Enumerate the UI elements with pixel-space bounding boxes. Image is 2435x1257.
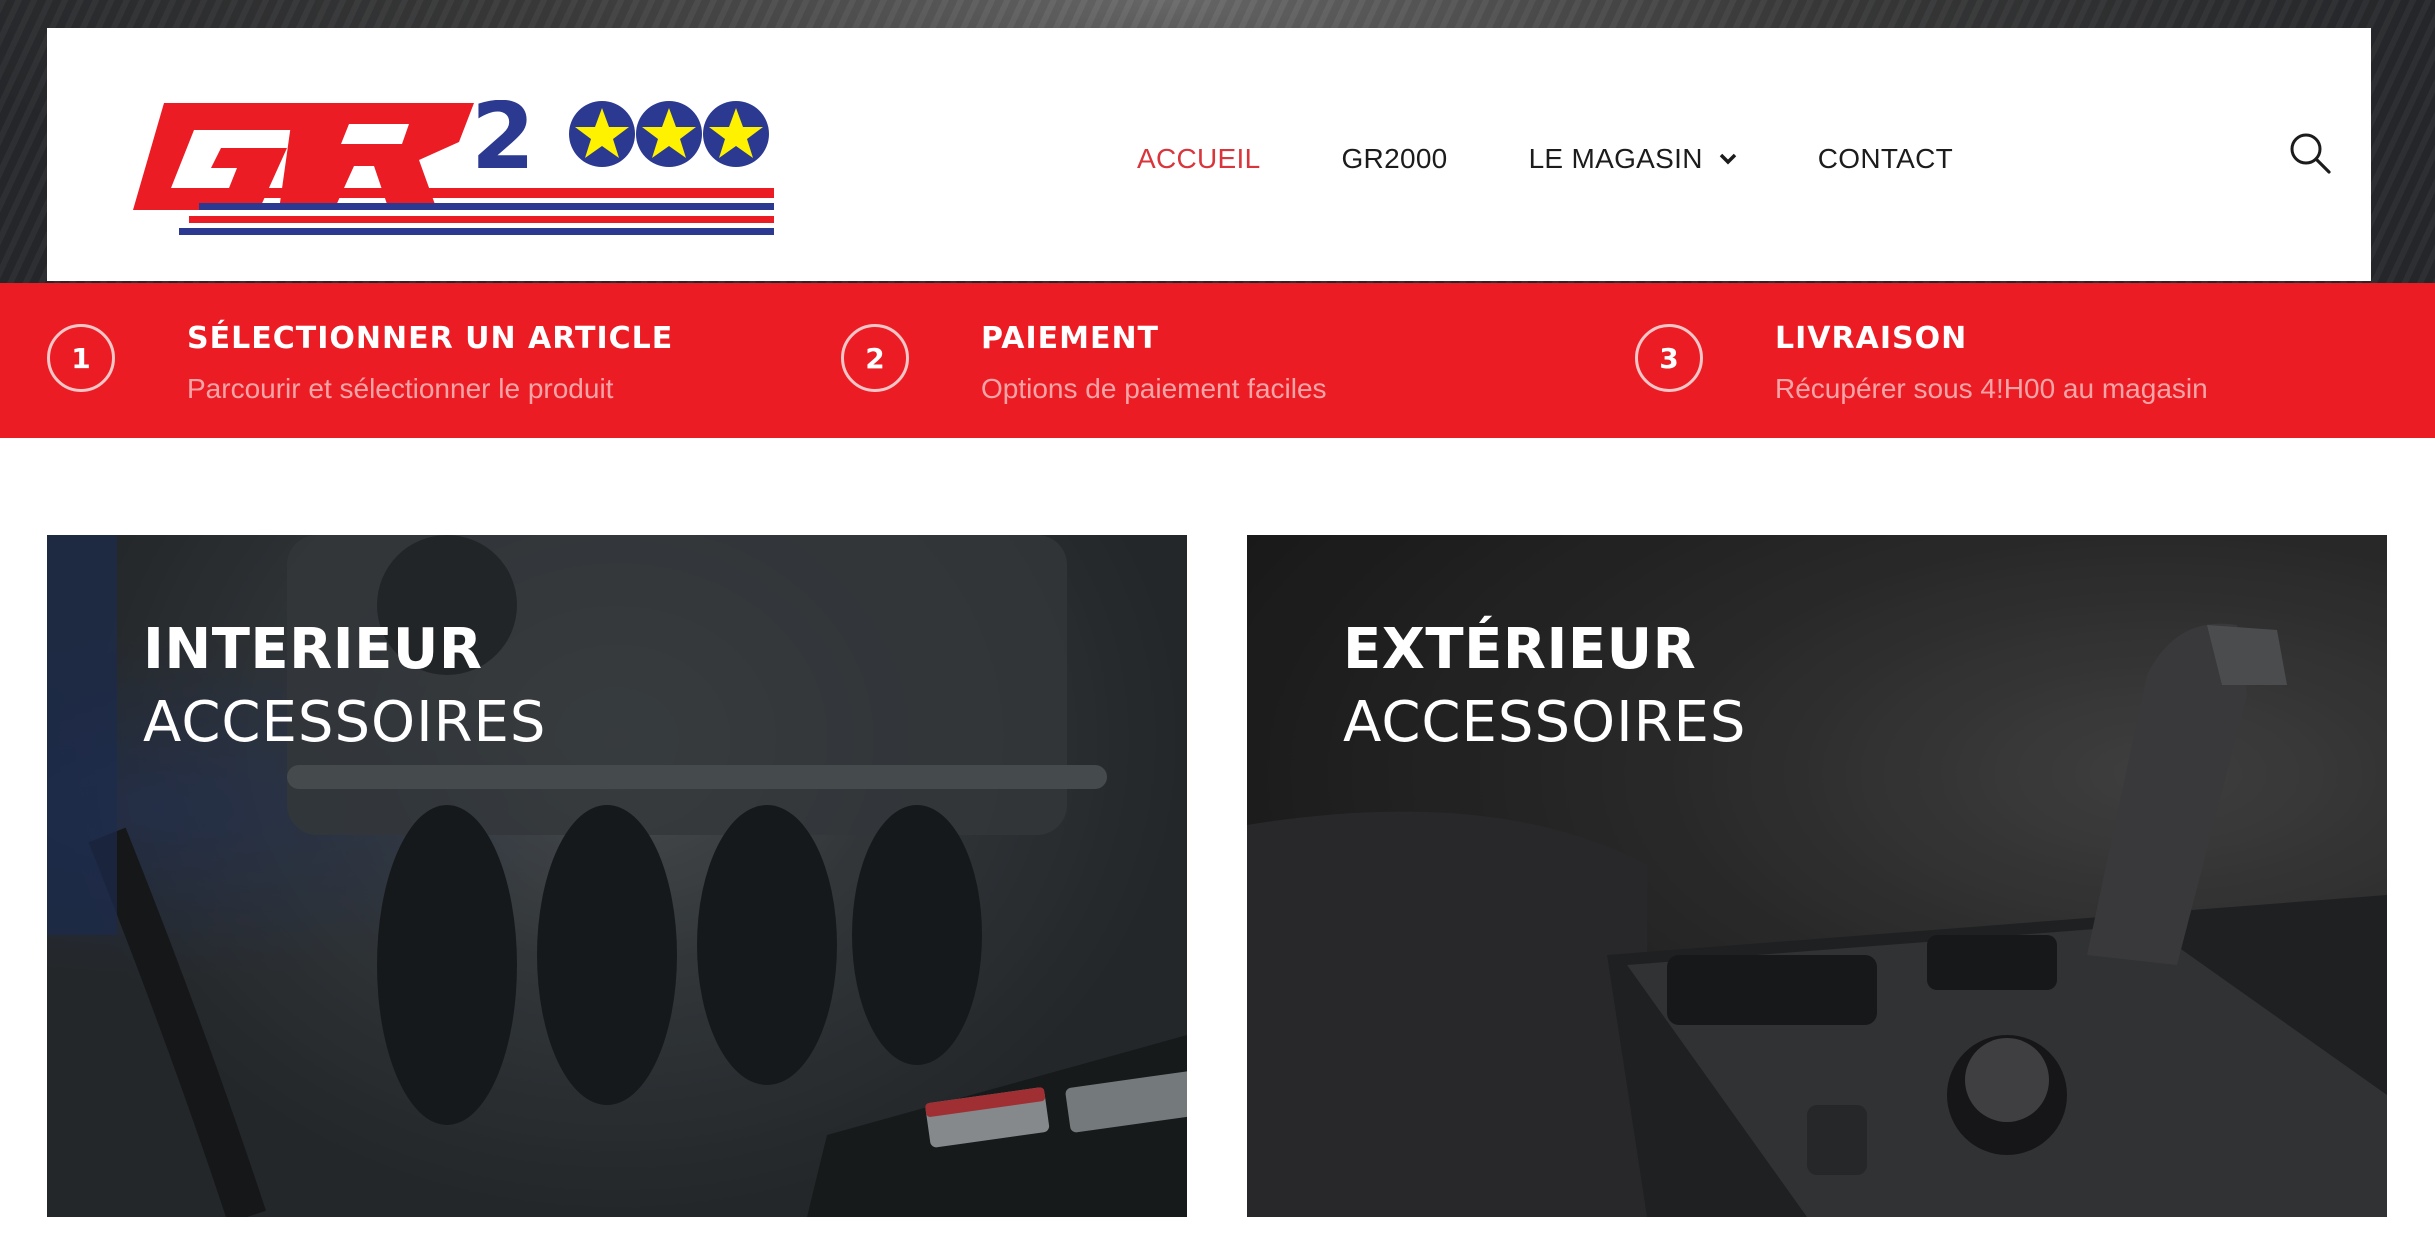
nav-item-le-magasin[interactable]: LE MAGASIN — [1529, 143, 1737, 175]
nav-item-contact[interactable]: CONTACT — [1818, 143, 1953, 175]
svg-text:2: 2 — [471, 100, 535, 190]
page: 2 ACCUEIL GR2000 LE MAGASIN CONTACT 1 SÉ… — [0, 0, 2435, 1257]
main-nav: ACCUEIL GR2000 LE MAGASIN CONTACT — [1137, 139, 1953, 179]
category-card-interieur[interactable]: INTERIEUR ACCESSOIRES — [47, 535, 1187, 1217]
step-number-badge: 2 — [841, 324, 909, 392]
site-header: 2 ACCUEIL GR2000 LE MAGASIN CONTACT — [47, 28, 2371, 281]
search-icon[interactable] — [2287, 130, 2333, 176]
gr2000-logo[interactable]: 2 — [119, 100, 774, 245]
nav-item-le-magasin-label: LE MAGASIN — [1528, 143, 1703, 174]
step-livraison: 3 LIVRAISON Récupérer sous 4!H00 au maga… — [1635, 283, 2385, 438]
nav-item-gr2000[interactable]: GR2000 — [1341, 143, 1447, 175]
steps-band: 1 SÉLECTIONNER UN ARTICLE Parcourir et s… — [0, 283, 2435, 438]
step-select-article: 1 SÉLECTIONNER UN ARTICLE Parcourir et s… — [47, 283, 747, 438]
step-number-badge: 1 — [47, 324, 115, 392]
category-title: EXTÉRIEUR — [1343, 617, 1697, 682]
category-card-exterieur[interactable]: EXTÉRIEUR ACCESSOIRES — [1247, 535, 2387, 1217]
category-title: INTERIEUR — [143, 617, 483, 682]
chevron-down-icon[interactable] — [1719, 152, 1737, 166]
category-subtitle: ACCESSOIRES — [1343, 690, 1747, 755]
step-title: PAIEMENT — [981, 321, 1160, 356]
step-subtitle: Parcourir et sélectionner le produit — [187, 373, 614, 404]
step-subtitle: Options de paiement faciles — [981, 373, 1327, 404]
step-subtitle: Récupérer sous 4!H00 au magasin — [1775, 373, 2208, 404]
step-title: LIVRAISON — [1775, 321, 1968, 356]
step-paiement: 2 PAIEMENT Options de paiement faciles — [841, 283, 1541, 438]
nav-item-accueil[interactable]: ACCUEIL — [1137, 143, 1260, 175]
step-number-badge: 3 — [1635, 324, 1703, 392]
category-subtitle: ACCESSOIRES — [143, 690, 547, 755]
step-title: SÉLECTIONNER UN ARTICLE — [187, 321, 674, 356]
